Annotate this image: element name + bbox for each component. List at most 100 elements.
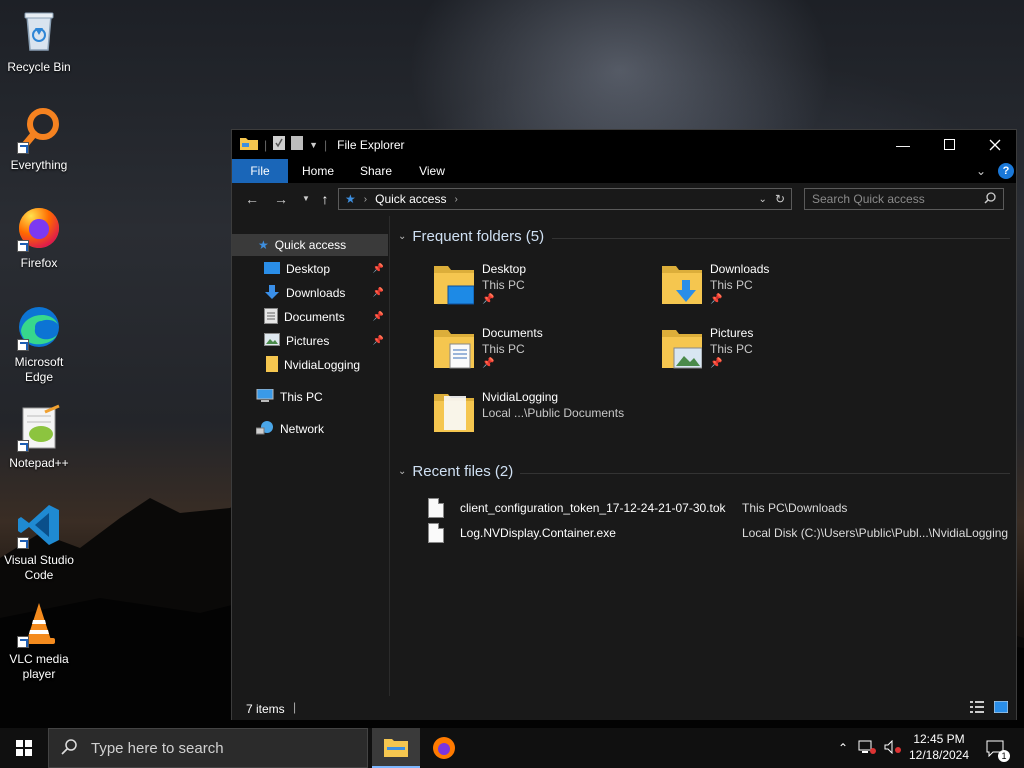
taskbar-search-input[interactable]: Type here to search xyxy=(91,740,224,757)
recent-file-row[interactable]: Log.NVDisplay.Container.exe Local Disk (… xyxy=(428,522,1014,544)
close-icon xyxy=(989,139,1001,150)
recent-locations-chevron-icon[interactable]: ▼ xyxy=(298,191,314,207)
minimize-button[interactable]: — xyxy=(880,130,926,159)
file-icon xyxy=(428,498,444,518)
sidebar-item-this-pc[interactable]: This PC xyxy=(232,386,388,408)
address-bar[interactable]: ★ › Quick access › ⌄ ↻ xyxy=(338,188,792,210)
up-arrow-icon[interactable]: ↑ xyxy=(317,191,333,207)
divider xyxy=(520,473,1010,474)
folder-icon xyxy=(266,355,278,375)
properties-icon[interactable] xyxy=(273,136,286,153)
edge-icon xyxy=(15,303,63,351)
pin-icon[interactable]: 📌 xyxy=(710,358,722,369)
tab-share[interactable]: Share xyxy=(352,159,400,183)
quick-access-toolbar: | ▼ | xyxy=(240,136,327,153)
collapse-chevron-icon[interactable]: ⌄ xyxy=(398,231,406,242)
downloads-folder-icon xyxy=(662,266,702,304)
desktop-icon-notepad-plus-plus[interactable]: Notepad++ xyxy=(2,404,76,471)
sidebar-item-quick-access[interactable]: ★ Quick access xyxy=(232,234,388,256)
recent-files-header[interactable]: ⌄ Recent files (2) xyxy=(398,463,513,480)
pin-icon[interactable]: 📌 xyxy=(373,311,384,322)
maximize-icon xyxy=(943,139,955,150)
desktop-icon-vscode[interactable]: Visual Studio Code xyxy=(2,501,76,583)
desktop-icon-everything[interactable]: Everything xyxy=(2,106,76,173)
shortcut-arrow-icon xyxy=(17,339,29,351)
refresh-icon[interactable]: ↻ xyxy=(775,192,785,206)
recent-file-row[interactable]: client_configuration_token_17-12-24-21-0… xyxy=(428,497,1014,519)
desktop-icon-edge[interactable]: Microsoft Edge xyxy=(2,303,76,385)
shortcut-arrow-icon xyxy=(17,240,29,252)
large-icons-view-icon[interactable] xyxy=(993,700,1009,716)
sidebar-item-network[interactable]: Network xyxy=(232,418,388,440)
notification-badge: 1 xyxy=(998,750,1010,762)
desktop-icon-recycle-bin[interactable]: Recycle Bin xyxy=(2,8,76,75)
show-hidden-icons-chevron-icon[interactable]: ⌃ xyxy=(838,741,848,755)
pin-icon[interactable]: 📌 xyxy=(373,335,384,346)
notification-center-button[interactable]: 1 xyxy=(980,728,1010,768)
search-icon xyxy=(61,738,77,758)
expand-ribbon-chevron-icon[interactable]: ⌄ xyxy=(976,164,986,178)
quick-access-star-icon: ★ xyxy=(258,238,269,252)
forward-arrow-icon[interactable]: → xyxy=(273,191,289,207)
volume-muted-icon[interactable] xyxy=(884,739,902,757)
taskbar-search-box[interactable]: Type here to search xyxy=(48,728,368,768)
search-input[interactable]: Search Quick access xyxy=(812,192,984,206)
folder-tile-nvidialogging[interactable]: NvidiaLogging Local ...\Public Documents xyxy=(434,390,654,446)
taskbar: Type here to search ⌃ 12:45 PM 12/18/202… xyxy=(0,728,1024,768)
taskbar-file-explorer[interactable] xyxy=(372,728,420,768)
network-tray-icon[interactable] xyxy=(858,740,877,757)
taskbar-firefox[interactable] xyxy=(420,728,468,768)
tab-view[interactable]: View xyxy=(408,159,456,183)
pin-icon[interactable]: 📌 xyxy=(710,294,722,305)
date: 12/18/2024 xyxy=(908,748,970,762)
notepad-plus-plus-icon xyxy=(15,404,63,452)
desktop-icon-firefox[interactable]: Firefox xyxy=(2,204,76,271)
sidebar-item-documents[interactable]: Documents 📌 xyxy=(232,306,388,328)
this-pc-icon xyxy=(256,388,274,406)
documents-folder-icon xyxy=(434,330,474,369)
help-icon[interactable]: ? xyxy=(998,163,1014,179)
clock[interactable]: 12:45 PM 12/18/2024 xyxy=(902,731,976,763)
maximize-button[interactable] xyxy=(926,130,972,159)
folder-app-icon xyxy=(240,136,258,153)
folder-tile-desktop[interactable]: Desktop This PC 📌 xyxy=(434,262,654,318)
breadcrumb-chevron-icon[interactable]: › xyxy=(454,194,457,205)
address-dropdown-icon[interactable]: ⌄ xyxy=(759,194,767,205)
close-button[interactable] xyxy=(972,130,1018,159)
breadcrumb-quick-access[interactable]: Quick access xyxy=(375,192,446,206)
frequent-folders-header[interactable]: ⌄ Frequent folders (5) xyxy=(398,228,544,245)
sidebar-item-desktop[interactable]: Desktop 📌 xyxy=(232,258,388,280)
desktop-icon-vlc[interactable]: VLC media player xyxy=(2,600,76,682)
sidebar-item-nvidialogging[interactable]: NvidiaLogging xyxy=(232,354,388,376)
vscode-icon xyxy=(15,501,63,549)
divider xyxy=(552,238,1010,239)
quick-access-star-icon: ★ xyxy=(345,192,356,206)
network-icon xyxy=(255,420,274,439)
desktop-folder-icon xyxy=(434,266,474,305)
folder-tile-downloads[interactable]: Downloads This PC 📌 xyxy=(662,262,882,318)
collapse-chevron-icon[interactable]: ⌄ xyxy=(398,466,406,477)
folder-tile-documents[interactable]: Documents This PC 📌 xyxy=(434,326,654,382)
new-folder-icon[interactable] xyxy=(291,136,304,153)
pin-icon[interactable]: 📌 xyxy=(373,287,384,298)
pin-icon[interactable]: 📌 xyxy=(482,358,494,369)
navigation-pane: ★ Quick access Desktop 📌 Downloads 📌 Doc… xyxy=(232,216,390,696)
tab-file[interactable]: File xyxy=(232,159,288,183)
tab-home[interactable]: Home xyxy=(294,159,342,183)
search-box[interactable]: Search Quick access xyxy=(804,188,1004,210)
file-icon xyxy=(428,523,444,543)
desktop-folder-icon xyxy=(264,261,280,277)
folder-tile-pictures[interactable]: Pictures This PC 📌 xyxy=(662,326,882,382)
sidebar-item-pictures[interactable]: Pictures 📌 xyxy=(232,330,388,352)
vlc-icon xyxy=(15,600,63,648)
start-button[interactable] xyxy=(0,728,48,768)
title-bar[interactable]: | ▼ | File Explorer — xyxy=(232,130,1016,159)
pin-icon[interactable]: 📌 xyxy=(482,294,494,305)
details-view-icon[interactable] xyxy=(970,701,984,716)
pin-icon[interactable]: 📌 xyxy=(373,263,384,274)
sidebar-item-downloads[interactable]: Downloads 📌 xyxy=(232,282,388,304)
folder-icon xyxy=(434,394,474,432)
customize-toolbar-chevron-icon[interactable]: ▼ xyxy=(309,140,318,150)
firefox-icon xyxy=(15,204,63,252)
back-arrow-icon[interactable]: ← xyxy=(244,191,260,207)
